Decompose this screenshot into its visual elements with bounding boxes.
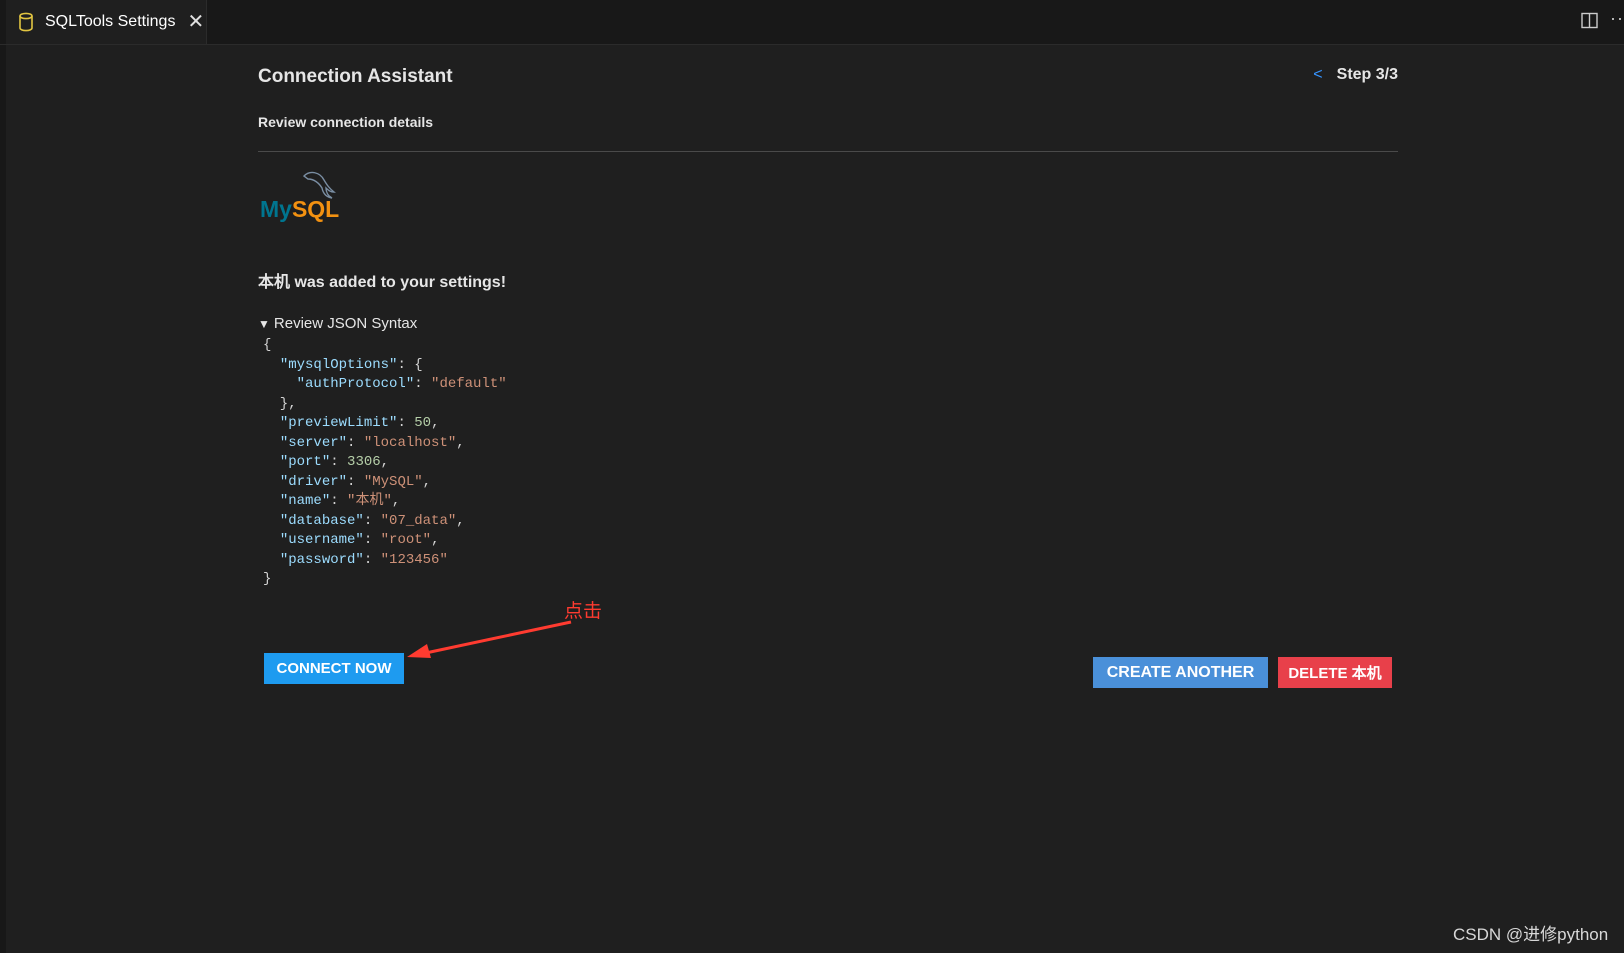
json-punctuation: : bbox=[330, 454, 348, 470]
json-punctuation bbox=[263, 376, 297, 392]
json-punctuation: , bbox=[456, 512, 465, 529]
json-line: "previewLimit": 50, bbox=[263, 414, 507, 434]
json-punctuation bbox=[263, 532, 280, 548]
json-key: "previewLimit" bbox=[279, 415, 398, 431]
json-code-block: { "mysqlOptions": { "authProtocol": "def… bbox=[263, 336, 507, 590]
json-punctuation: : bbox=[414, 376, 432, 392]
json-line: "port": 3306, bbox=[263, 453, 507, 473]
json-line: "driver": "MySQL", bbox=[263, 473, 507, 493]
json-punctuation: , bbox=[456, 434, 465, 451]
review-json-label: Review JSON Syntax bbox=[273, 315, 418, 332]
page-subtitle: Review connection details bbox=[258, 114, 434, 130]
json-number: 3306 bbox=[347, 454, 381, 470]
json-punctuation: : bbox=[397, 415, 415, 431]
json-punctuation: , bbox=[422, 473, 432, 490]
json-key: "authProtocol" bbox=[296, 376, 415, 392]
added-message: 本机 was added to your settings! bbox=[258, 274, 507, 291]
json-line: "username": "root", bbox=[263, 531, 507, 551]
json-string: "07_data" bbox=[380, 512, 457, 529]
json-punctuation bbox=[263, 454, 280, 470]
json-string: "localhost" bbox=[363, 434, 457, 451]
json-line: { bbox=[263, 336, 507, 356]
json-punctuation: : { bbox=[397, 356, 423, 373]
more-actions-icon[interactable]: ··· bbox=[1610, 8, 1624, 29]
json-line: "name": "本机", bbox=[263, 492, 507, 512]
json-punctuation: : bbox=[363, 512, 381, 529]
json-key: "name" bbox=[279, 493, 331, 509]
delete-connection-button[interactable]: DELETE 本机 bbox=[1278, 657, 1392, 688]
json-punctuation: { bbox=[263, 337, 272, 353]
json-key: "password" bbox=[279, 551, 364, 568]
tab-sqltools-settings[interactable]: SQLTools Settings ✕ bbox=[6, 0, 207, 44]
back-step-button[interactable]: < bbox=[1313, 66, 1322, 83]
json-line: "server": "localhost", bbox=[263, 434, 507, 454]
json-punctuation bbox=[263, 415, 280, 431]
activity-edge bbox=[0, 0, 6, 953]
json-punctuation: : bbox=[363, 551, 381, 568]
logo-text-my: My bbox=[260, 196, 292, 222]
json-key: "mysqlOptions" bbox=[279, 356, 398, 373]
create-another-button[interactable]: CREATE ANOTHER bbox=[1093, 657, 1268, 688]
json-punctuation bbox=[263, 552, 280, 568]
json-key: "driver" bbox=[279, 473, 348, 490]
json-punctuation: , bbox=[431, 532, 440, 548]
step-indicator: < Step 3/3 bbox=[1313, 66, 1398, 84]
json-line: } bbox=[263, 570, 507, 590]
json-key: "port" bbox=[279, 454, 331, 470]
annotation-label: 点击 bbox=[564, 601, 603, 622]
json-punctuation bbox=[263, 513, 280, 529]
mysql-wordmark: MySQL bbox=[260, 196, 339, 223]
json-punctuation: } bbox=[263, 571, 272, 587]
json-punctuation: : bbox=[363, 532, 381, 548]
connect-now-button[interactable]: CONNECT NOW bbox=[264, 653, 404, 684]
logo-text-sql: SQL bbox=[291, 196, 340, 222]
step-label: Step 3/3 bbox=[1336, 66, 1398, 83]
json-punctuation: : bbox=[330, 493, 348, 509]
page-title: Connection Assistant bbox=[258, 66, 453, 87]
mysql-logo: MySQL bbox=[258, 170, 339, 223]
database-icon bbox=[19, 11, 35, 33]
json-key: "username" bbox=[279, 532, 364, 548]
json-punctuation: , bbox=[431, 415, 440, 431]
json-punctuation: }, bbox=[263, 395, 297, 412]
json-punctuation bbox=[263, 357, 280, 373]
split-editor-icon[interactable] bbox=[1581, 12, 1601, 32]
json-key: "database" bbox=[279, 512, 364, 529]
json-string: "本机" bbox=[347, 493, 392, 509]
divider bbox=[258, 151, 1398, 152]
json-punctuation: , bbox=[380, 454, 390, 470]
editor-window: SQLTools Settings ✕ ··· Connection Assis… bbox=[0, 0, 1624, 953]
json-punctuation bbox=[263, 474, 280, 490]
json-key: "server" bbox=[279, 434, 348, 451]
json-line: "password": "123456" bbox=[263, 551, 507, 571]
json-string: "123456" bbox=[380, 551, 448, 568]
review-json-toggle[interactable]: ▼ Review JSON Syntax bbox=[258, 315, 417, 332]
tab-bar: SQLTools Settings ✕ ··· bbox=[0, 0, 1624, 45]
json-line: "authProtocol": "default" bbox=[263, 375, 507, 395]
tab-title: SQLTools Settings bbox=[45, 13, 176, 30]
json-number: 50 bbox=[414, 415, 432, 431]
json-punctuation bbox=[263, 435, 280, 451]
json-punctuation: : bbox=[347, 473, 364, 490]
json-string: "default" bbox=[431, 376, 507, 392]
disclosure-triangle-icon: ▼ bbox=[258, 317, 270, 331]
json-line: "database": "07_data", bbox=[263, 512, 507, 532]
json-punctuation: : bbox=[347, 434, 364, 451]
json-string: "root" bbox=[380, 532, 432, 548]
json-line: "mysqlOptions": { bbox=[263, 356, 507, 376]
watermark: CSDN @进修python bbox=[1453, 925, 1609, 944]
json-line: }, bbox=[263, 395, 507, 415]
close-icon[interactable]: ✕ bbox=[187, 12, 204, 32]
json-string: "MySQL" bbox=[363, 473, 423, 490]
annotation-arrow-icon bbox=[407, 620, 572, 658]
json-punctuation: , bbox=[391, 493, 401, 509]
json-punctuation bbox=[263, 493, 280, 509]
